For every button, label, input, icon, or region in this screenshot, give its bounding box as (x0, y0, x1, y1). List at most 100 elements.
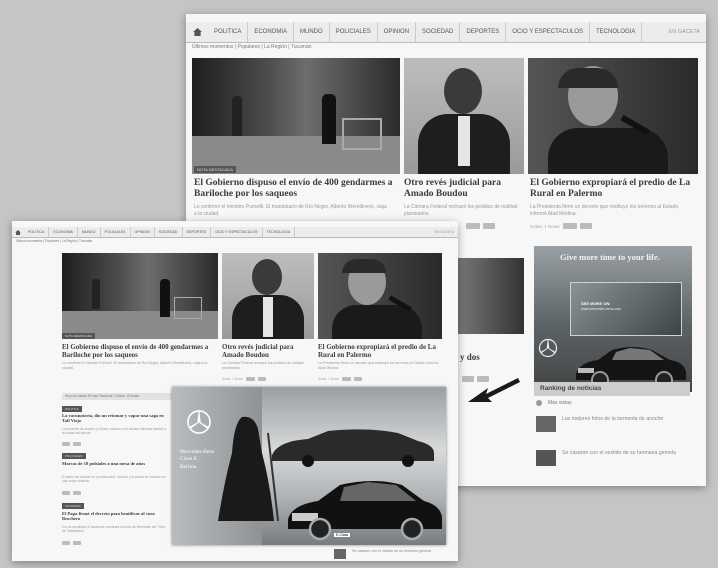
story-tools (62, 442, 81, 446)
home-icon[interactable] (186, 28, 208, 36)
comment-button[interactable] (483, 223, 495, 229)
story-tag: NOTA DESTACADA (62, 333, 95, 339)
thumbnail-image (536, 450, 556, 466)
comment-button[interactable] (73, 541, 81, 545)
home-icon[interactable] (12, 229, 24, 235)
list-item[interactable]: Las mejores fotos de la tormenta de anoc… (536, 416, 686, 432)
mercedes-logo-icon (187, 410, 211, 434)
nav-item-mundo[interactable]: MUNDO (294, 22, 330, 42)
thumbnail-image (536, 416, 556, 432)
arrow-icon (468, 378, 520, 402)
story-headline[interactable]: El Gobierno dispuso el envío de 400 gend… (62, 343, 218, 359)
story-tag: POLICIALES (62, 453, 86, 459)
story-tools (62, 491, 81, 495)
story-tools: Notas: 1 Notas (222, 377, 267, 381)
story-tools: Notas: 1 Notas (318, 377, 363, 381)
ranking-box-title: Ranking de noticias (534, 382, 690, 396)
story-headline-partial[interactable]: y dos (460, 352, 480, 362)
nav-item-economia[interactable]: ECONOMIA (49, 227, 78, 237)
story-photo-boudou[interactable] (222, 253, 314, 339)
nav-item-deportes[interactable]: DEPORTES (460, 22, 507, 42)
nav-item-sociedad[interactable]: SOCIEDAD (155, 227, 183, 237)
story-headline[interactable]: El Papa firmó el decreto para beatificar… (62, 511, 168, 522)
story-photo-boudou[interactable] (404, 58, 524, 174)
story-tools: Notas: 1 Notas (530, 223, 592, 229)
car-image-rear (272, 429, 434, 467)
share-button[interactable] (62, 442, 70, 446)
share-button[interactable] (246, 377, 256, 381)
ranking-tab[interactable]: Más vistas (548, 400, 572, 406)
ad-brand-line: Berlina (180, 463, 197, 470)
overlay-advertisement[interactable]: Cerrar X Mercedes-Benz Clase E Berlina E… (172, 387, 446, 545)
story-summary: La Cámara Federal rechazó los pedidos de… (404, 204, 518, 217)
share-button[interactable] (562, 223, 577, 229)
nav-item-mundo[interactable]: MUNDO (78, 227, 101, 237)
story-summary: Lo confirmó el ministro Puricelli. El ma… (194, 204, 387, 217)
sub-navigation[interactable]: Últimos momentos | Populares | La Región… (186, 44, 706, 50)
nav-item-opinion[interactable]: OPINION (131, 227, 155, 237)
list-item-text: Se casaron con el vestido de su hermana … (352, 549, 431, 553)
story-photo-street[interactable] (62, 253, 218, 339)
story-headline[interactable]: El Gobierno expropiará el predio de La R… (318, 343, 442, 359)
car-image-front (288, 481, 442, 541)
nav-item-ocio[interactable]: OCIO Y ESPECTACULOS (506, 22, 590, 42)
comment-button[interactable] (579, 223, 592, 229)
ad-slogan: Give more time to your life. (560, 252, 660, 262)
ad-brand-text: Mercedes-Benz Clase E Berlina (180, 449, 215, 471)
nav-item-politica[interactable]: POLITICA (208, 22, 249, 42)
story-photo-partial[interactable] (458, 258, 524, 334)
notes-count: Notas: 1 Notas (530, 223, 560, 229)
ad-brand-line: Clase E (180, 456, 197, 463)
top-navigation: POLITICA ECONOMIA MUNDO POLICIALES OPINI… (12, 227, 458, 238)
front-page-screenshot: POLITICA ECONOMIA MUNDO POLICIALES OPINI… (12, 221, 458, 561)
nav-item-economia[interactable]: ECONOMIA (248, 22, 295, 42)
comment-button[interactable] (354, 377, 363, 381)
thumbnail-image (334, 549, 346, 559)
nav-item-politica[interactable]: POLITICA (24, 227, 50, 237)
list-item[interactable]: Se casaron con el vestido de su hermana … (334, 549, 444, 559)
list-item-text: Las mejores fotos de la tormenta de anoc… (562, 416, 664, 422)
nav-item-tecnologia[interactable]: TECNOLOGIA (263, 227, 296, 237)
story-photo-speaker[interactable] (528, 58, 698, 174)
comment-button[interactable] (258, 377, 267, 381)
mercedes-logo-icon (538, 338, 558, 358)
story-headline[interactable]: Marcas de 18 pulsiales a una mesa de año… (62, 461, 168, 466)
story-headline[interactable]: El Gobierno expropiará el predio de La R… (530, 178, 700, 200)
story-tools (466, 223, 495, 229)
dot-icon (536, 400, 542, 406)
nav-item-deportes[interactable]: DEPORTES (183, 227, 212, 237)
story-summary: Lo confirmó el ministro Puricelli. El ma… (62, 361, 208, 370)
story-headline[interactable]: Otro revés judicial para Amado Boudou (404, 178, 526, 200)
story-tag: NOTA DESTACADA (194, 166, 236, 173)
nav-item-tecnologia[interactable]: TECNOLOGIA (590, 22, 643, 42)
list-item[interactable]: Se casaron con el vestido de su hermana … (536, 450, 686, 466)
nav-item-policiales[interactable]: POLICIALES (330, 22, 378, 42)
nav-item-opinion[interactable]: OPINION (378, 22, 417, 42)
comment-button[interactable] (73, 442, 81, 446)
ad-screen-url: www.mercedes-benz.com (581, 307, 622, 311)
ad-brand-line: Mercedes-Benz (180, 449, 215, 455)
share-button[interactable] (342, 377, 352, 381)
share-button[interactable] (466, 223, 480, 229)
story-summary: El barrio fue tomado en un descontrol. V… (62, 475, 167, 484)
story-headline[interactable]: Otro revés judicial para Amado Boudou (222, 343, 314, 359)
story-photo-street[interactable] (192, 58, 400, 174)
nav-extra-link[interactable]: EN GACETA (669, 29, 706, 35)
comment-button[interactable] (73, 491, 81, 495)
share-button[interactable] (62, 491, 70, 495)
share-button[interactable] (62, 541, 70, 545)
nav-item-policiales[interactable]: POLICIALES (101, 227, 131, 237)
ranking-tab-row[interactable]: Más vistas (536, 400, 572, 406)
story-photo-speaker[interactable] (318, 253, 442, 339)
side-advertisement[interactable]: Give more time to your life. SEE MORE ON… (534, 246, 692, 392)
list-item-text: Se casaron con el vestido de su hermana … (562, 450, 676, 456)
nav-item-ocio[interactable]: OCIO Y ESPECTACULOS (211, 227, 263, 237)
nav-extra-link[interactable]: EN GACETA (435, 230, 458, 234)
sub-navigation[interactable]: Últimos momentos | Populares | La Región… (12, 239, 458, 243)
story-headline[interactable]: La vacunatoria, dio un retomar y vapor u… (62, 413, 168, 424)
nav-item-sociedad[interactable]: SOCIEDAD (416, 22, 461, 42)
story-summary: Con la movilidad, el sacerdote recobrará… (62, 525, 166, 534)
story-summary: La Presidenta firmó un decreto que resti… (318, 361, 439, 370)
story-headline[interactable]: El Gobierno dispuso el envío de 400 gend… (194, 178, 394, 200)
story-tools (62, 541, 81, 545)
